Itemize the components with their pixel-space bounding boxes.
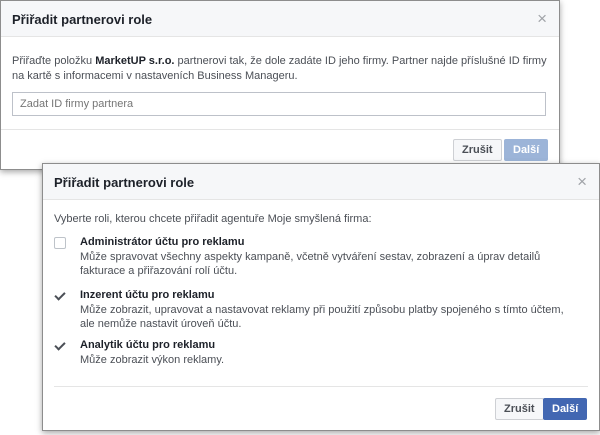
dialog-header: Přiřadit partnerovi role × bbox=[43, 164, 599, 200]
dialog-title: Přiřadit partnerovi role bbox=[54, 175, 195, 190]
dialog-description: Přiřaďte položku MarketUP s.r.o. partner… bbox=[12, 54, 547, 84]
assign-partner-dialog-step1: Přiřadit partnerovi role × Přiřaďte polo… bbox=[0, 0, 560, 170]
role-checkbox-admin[interactable] bbox=[54, 237, 66, 249]
assign-partner-dialog-step2: Přiřadit partnerovi role × Vyberte roli,… bbox=[42, 163, 600, 431]
footer-divider bbox=[54, 386, 588, 387]
role-intro-text: Vyberte roli, kterou chcete přiřadit age… bbox=[54, 213, 372, 225]
role-description: Může zobrazit výkon reklamy. bbox=[80, 354, 225, 366]
role-name: Analytik účtu pro reklamu bbox=[80, 339, 216, 351]
role-name: Inzerent účtu pro reklamu bbox=[80, 289, 215, 301]
role-checkbox-advertiser[interactable] bbox=[54, 290, 66, 302]
partner-business-id-input[interactable] bbox=[12, 92, 546, 116]
role-description: Může spravovat všechny aspekty kampaně, … bbox=[80, 251, 541, 277]
role-checkbox-analyst[interactable] bbox=[54, 340, 66, 352]
role-description: Může zobrazit, upravovat a nastavovat re… bbox=[80, 304, 564, 330]
footer-divider bbox=[1, 129, 559, 130]
description-text-start: Přiřaďte položku bbox=[12, 55, 96, 67]
company-name: MarketUP s.r.o. bbox=[95, 55, 175, 67]
dialog-title: Přiřadit partnerovi role bbox=[12, 12, 153, 27]
close-icon[interactable]: × bbox=[537, 10, 547, 27]
dialog-header: Přiřadit partnerovi role × bbox=[1, 1, 559, 37]
next-button[interactable]: Další bbox=[543, 398, 588, 420]
cancel-button[interactable]: Zrušit bbox=[453, 139, 502, 161]
next-button[interactable]: Další bbox=[504, 139, 549, 161]
role-name: Administrátor účtu pro reklamu bbox=[80, 236, 245, 248]
close-icon[interactable]: × bbox=[577, 173, 587, 190]
cancel-button[interactable]: Zrušit bbox=[495, 398, 544, 420]
